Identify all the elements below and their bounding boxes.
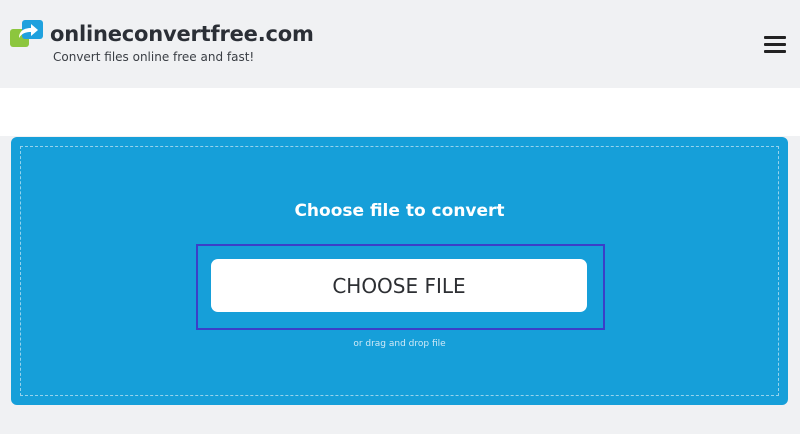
menu-bar	[764, 36, 786, 39]
upload-panel: Choose file to convert CHOOSE FILE or dr…	[11, 137, 788, 405]
tagline: Convert files online free and fast!	[53, 50, 255, 64]
hamburger-menu-icon[interactable]	[762, 33, 788, 55]
drop-hint-text: or drag and drop file	[353, 339, 446, 349]
page: onlineconvertfree.com Convert files onli…	[0, 0, 800, 434]
menu-bar	[764, 43, 786, 46]
menu-bar	[764, 50, 786, 53]
site-header: onlineconvertfree.com Convert files onli…	[0, 0, 800, 88]
choose-file-button[interactable]: CHOOSE FILE	[211, 259, 587, 312]
brand-name[interactable]: onlineconvertfree.com	[50, 22, 314, 46]
ad-banner-area	[0, 88, 800, 136]
upload-title: Choose file to convert	[294, 201, 505, 221]
convert-arrow-logo-icon[interactable]	[10, 20, 44, 48]
